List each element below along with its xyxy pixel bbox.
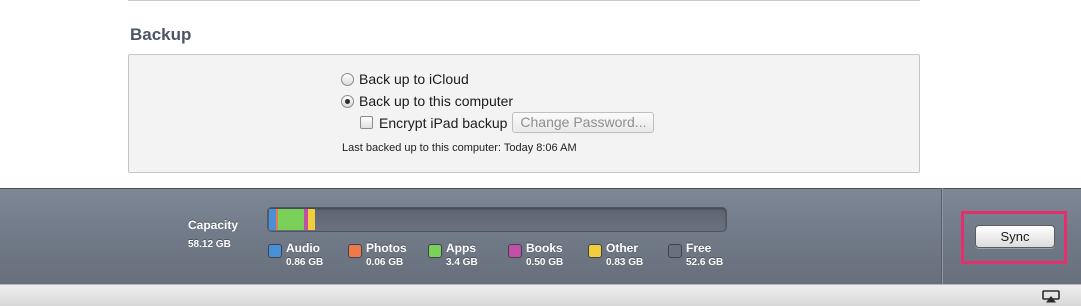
legend-swatch [588,244,602,258]
capacity-segment-audio [269,209,276,230]
change-password-button[interactable]: Change Password... [512,112,655,133]
icloud-radio[interactable] [341,72,354,86]
legend-name: Other [606,241,639,255]
encrypt-checkbox[interactable] [360,116,373,129]
legend-size: 0.83 GB [606,257,644,268]
legend-size: 0.06 GB [366,257,404,268]
legend-name: Books [526,241,563,255]
legend-swatch [508,244,522,258]
legend-name: Free [686,241,712,255]
computer-radio[interactable] [341,94,354,108]
legend-size: 0.50 GB [526,257,564,268]
last-backup-status: Last backed up to this computer: Today 8… [342,142,577,154]
backup-section-title: Backup [130,25,192,44]
capacity-segment-other [308,209,315,230]
legend-swatch [668,244,682,258]
legend-swatch [348,244,362,258]
legend-name: Audio [286,241,320,255]
sync-button[interactable]: Sync [975,225,1055,248]
encrypt-backup-option[interactable]: Encrypt iPad backup Change Password... [360,112,655,133]
icloud-label: Back up to iCloud [359,71,469,87]
capacity-segment-apps [277,209,305,230]
backup-icloud-option[interactable]: Back up to iCloud [341,71,469,87]
capacity-total: 58.12 GB [188,239,231,250]
legend-size: 0.86 GB [286,257,324,268]
backup-computer-option[interactable]: Back up to this computer [341,93,513,109]
legend-name: Apps [446,241,476,255]
legend-swatch [428,244,442,258]
capacity-meter [267,207,727,232]
legend-name: Photos [366,241,407,255]
airplay-icon[interactable] [1042,290,1060,303]
computer-label: Back up to this computer [359,93,514,109]
legend-size: 3.4 GB [446,257,478,268]
status-footer [0,284,1081,306]
capacity-label: Capacity [188,218,239,232]
legend-size: 52.6 GB [686,257,724,268]
section-divider [128,0,920,1]
encrypt-label: Encrypt iPad backup [379,114,508,131]
legend-swatch [268,244,282,258]
panel-divider [941,188,942,284]
capacity-bar-panel [0,188,1081,284]
